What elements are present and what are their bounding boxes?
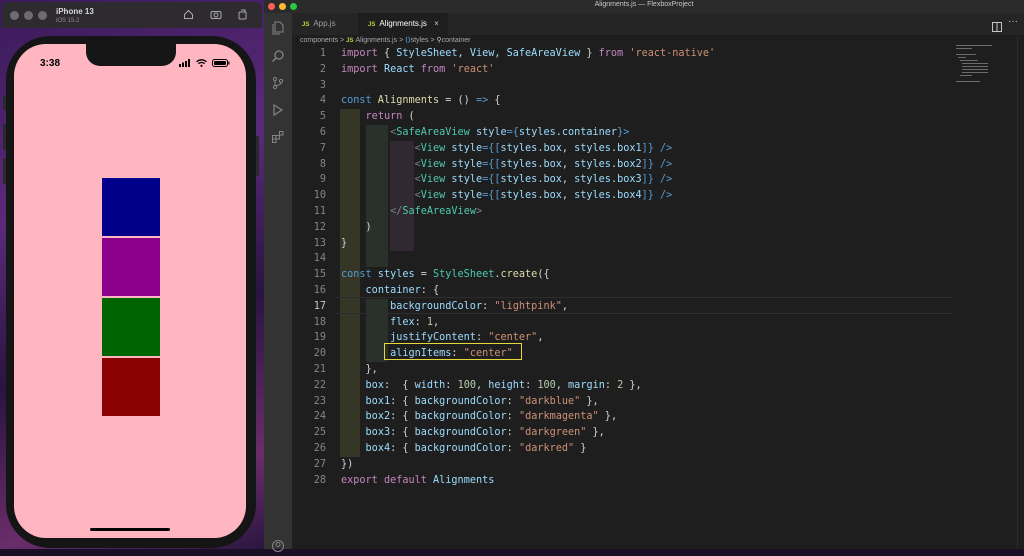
code-line: 7 <View style={[styles.box, styles.box1]… xyxy=(319,142,673,154)
box1 xyxy=(102,178,160,236)
vscode-titlebar: Alignments.js — FlexboxProject xyxy=(264,0,1024,13)
status-icons xyxy=(179,59,230,67)
code-line: 10 <View style={[styles.box, styles.box4… xyxy=(313,190,673,202)
search-icon[interactable] xyxy=(271,49,285,63)
breadcrumb-symbol-container[interactable]: container xyxy=(442,37,471,44)
code-line: 14 xyxy=(313,253,326,265)
code-line: 27}) xyxy=(313,458,354,470)
editor-scrollbar[interactable] xyxy=(1017,36,1018,549)
code-line: 4 const Alignments = () => { xyxy=(319,95,501,107)
code-line: 15 const styles = StyleSheet.create({ xyxy=(313,269,550,281)
code-line: 28 export default Alignments xyxy=(313,474,495,486)
home-icon[interactable] xyxy=(182,9,194,21)
box2 xyxy=(102,238,160,296)
minimap[interactable] xyxy=(956,45,1012,85)
status-time: 3:38 xyxy=(40,58,61,69)
files-icon[interactable] xyxy=(271,21,285,35)
wifi-icon xyxy=(196,59,207,67)
tab-app-js[interactable]: JS App.js xyxy=(292,13,358,35)
code-line: 6 <SafeAreaView style={styles.container}… xyxy=(319,127,630,138)
code-line: 17 backgroundColor: "lightpink", xyxy=(313,300,568,312)
code-line: 26 box4: { backgroundColor: "darkred" } xyxy=(313,443,587,454)
code-line: 5 return ( xyxy=(319,111,415,123)
side-button xyxy=(256,136,259,176)
simulator-titlebar: iPhone 13 iOS 15.2 xyxy=(2,2,262,28)
editor-tabs: JS App.js JS Alignments.js × ··· xyxy=(292,13,1024,35)
close-tab-icon[interactable]: × xyxy=(434,19,439,28)
breadcrumb-symbol-styles[interactable]: styles xyxy=(411,37,429,44)
code-line: 21 }, xyxy=(313,364,378,375)
code-line: 22 box: { width: 100, height: 100, margi… xyxy=(313,379,642,391)
code-line: 18 flex: 1, xyxy=(313,316,440,328)
code-line: 11 </SafeAreaView> xyxy=(313,206,483,217)
minimize-window-button[interactable] xyxy=(24,11,33,20)
code-line: 1 import { StyleSheet, View, SafeAreaView… xyxy=(319,48,716,59)
tab-alignments-js[interactable]: JS Alignments.js × xyxy=(358,13,448,35)
box3 xyxy=(102,298,160,356)
rotate-icon[interactable] xyxy=(236,9,248,21)
split-editor-icon[interactable] xyxy=(992,19,1002,37)
more-actions-icon[interactable]: ··· xyxy=(1008,16,1018,27)
run-debug-icon[interactable] xyxy=(271,103,285,117)
code-line: 12 ) xyxy=(313,221,372,233)
breadcrumb: components > JS Alignments.js > ⟨⟩styles … xyxy=(300,37,471,44)
ringer-switch xyxy=(3,96,6,110)
zoom-window-button[interactable] xyxy=(38,11,47,20)
volume-down-button xyxy=(3,158,6,184)
close-window-button[interactable] xyxy=(10,11,19,20)
account-icon[interactable] xyxy=(271,539,285,553)
code-line: 13} xyxy=(313,237,348,249)
simulator-os-version: iOS 15.2 xyxy=(56,18,80,24)
code-line: 2 import React from 'react' xyxy=(319,63,495,75)
code-line: 16 container: { xyxy=(313,285,440,296)
js-file-icon: JS xyxy=(302,22,310,28)
simulator-device-name: iPhone 13 xyxy=(56,7,94,16)
extensions-icon[interactable] xyxy=(271,130,285,144)
battery-icon xyxy=(212,59,230,67)
app-screen[interactable]: 3:38 xyxy=(14,44,246,538)
code-editor[interactable]: 1 import { StyleSheet, View, SafeAreaView… xyxy=(292,46,992,549)
signal-icon xyxy=(179,59,190,67)
js-file-icon: JS xyxy=(346,38,354,44)
code-line: 8 <View style={[styles.box, styles.box2]… xyxy=(319,158,673,170)
highlighted-code-annotation xyxy=(384,343,522,360)
tab-label: Alignments.js xyxy=(379,19,427,28)
js-file-icon: JS xyxy=(368,22,376,28)
code-line: 24 box2: { backgroundColor: "darkmagenta… xyxy=(313,411,618,423)
code-line: 9 <View style={[styles.box, styles.box3]… xyxy=(319,174,673,186)
volume-up-button xyxy=(3,124,6,150)
notch xyxy=(86,44,176,66)
screenshot-icon[interactable] xyxy=(210,9,222,21)
code-line: 23 box1: { backgroundColor: "darkblue" }… xyxy=(313,395,599,407)
source-control-icon[interactable] xyxy=(271,76,285,90)
code-line: 25 box3: { backgroundColor: "darkgreen" … xyxy=(313,427,605,439)
breadcrumb-file[interactable]: Alignments.js xyxy=(355,37,397,44)
activity-bar xyxy=(264,13,292,552)
home-indicator[interactable] xyxy=(90,528,170,531)
breadcrumb-folder[interactable]: components xyxy=(300,37,338,44)
box4 xyxy=(102,358,160,416)
window-title: Alignments.js — FlexboxProject xyxy=(594,1,694,8)
tab-label: App.js xyxy=(313,19,336,28)
code-line: 3 xyxy=(319,79,326,91)
